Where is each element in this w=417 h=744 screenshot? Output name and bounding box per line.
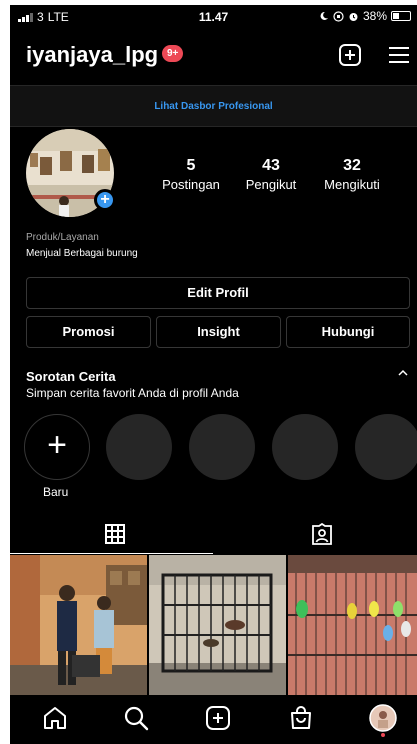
new-highlight-button[interactable]: + xyxy=(24,414,90,480)
profile-category: Produk/Layanan xyxy=(26,232,99,243)
orientation-lock-icon xyxy=(333,10,344,22)
post-thumbnail[interactable] xyxy=(10,555,147,695)
status-bar: 3 LTE 11.47 38% xyxy=(10,5,417,27)
battery-percent: 38% xyxy=(362,9,387,23)
active-tab-indicator xyxy=(10,553,213,554)
profile-avatar-wrap[interactable]: + xyxy=(26,129,116,217)
stat-value: 5 xyxy=(186,157,196,174)
profile-tabs xyxy=(10,515,417,555)
stat-posts[interactable]: 5 Postingan xyxy=(146,157,236,192)
bottom-navigation xyxy=(10,695,417,744)
stat-value: 43 xyxy=(262,157,280,174)
highlight-placeholder xyxy=(106,414,172,480)
home-icon[interactable] xyxy=(42,705,68,731)
edit-profile-button[interactable]: Edit Profil xyxy=(26,277,410,309)
stat-value: 32 xyxy=(343,157,361,174)
search-icon[interactable] xyxy=(123,705,149,731)
highlights-title: Sorotan Cerita xyxy=(26,369,116,384)
create-icon[interactable] xyxy=(205,705,231,731)
moon-icon xyxy=(320,11,328,20)
add-story-icon[interactable]: + xyxy=(94,189,116,211)
professional-dashboard-link[interactable]: Lihat Dasbor Profesional xyxy=(10,85,417,127)
status-right: 38% xyxy=(319,9,411,23)
promote-button[interactable]: Promosi xyxy=(26,316,151,348)
tagged-icon[interactable] xyxy=(311,523,333,545)
post-thumbnail[interactable] xyxy=(288,555,417,695)
insight-button[interactable]: Insight xyxy=(156,316,281,348)
chevron-up-icon[interactable] xyxy=(397,367,409,379)
battery-icon xyxy=(391,11,411,21)
post-thumbnail[interactable] xyxy=(149,555,286,695)
plus-icon: + xyxy=(47,426,67,464)
profile-bio: Menjual Berbagai burung xyxy=(26,248,138,259)
stat-following[interactable]: 32 Mengikuti xyxy=(307,157,397,192)
instagram-profile-screen: 3 LTE 11.47 38% iyanjaya_lpg 9+ Lihat Da… xyxy=(10,5,417,744)
post-grid xyxy=(10,555,417,695)
highlights-subtitle: Simpan cerita favorit Anda di profil And… xyxy=(26,386,239,400)
profile-avatar[interactable] xyxy=(368,703,398,737)
alarm-icon xyxy=(349,12,358,21)
highlight-placeholder xyxy=(272,414,338,480)
username-switcher[interactable]: iyanjaya_lpg xyxy=(26,42,158,68)
new-highlight-label: Baru xyxy=(43,485,69,499)
stat-label: Mengikuti xyxy=(324,177,380,192)
contact-button[interactable]: Hubungi xyxy=(286,316,410,348)
stat-label: Postingan xyxy=(162,177,220,192)
stat-label: Pengikut xyxy=(245,177,297,192)
stat-followers[interactable]: 43 Pengikut xyxy=(226,157,316,192)
highlight-placeholder xyxy=(189,414,255,480)
shop-icon[interactable] xyxy=(288,705,314,731)
highlight-placeholder xyxy=(355,414,417,480)
profile-header: iyanjaya_lpg 9+ xyxy=(10,37,417,77)
grid-icon[interactable] xyxy=(104,523,126,545)
menu-icon[interactable] xyxy=(387,43,411,67)
notification-badge[interactable]: 9+ xyxy=(162,45,184,62)
new-post-icon[interactable] xyxy=(338,43,362,67)
